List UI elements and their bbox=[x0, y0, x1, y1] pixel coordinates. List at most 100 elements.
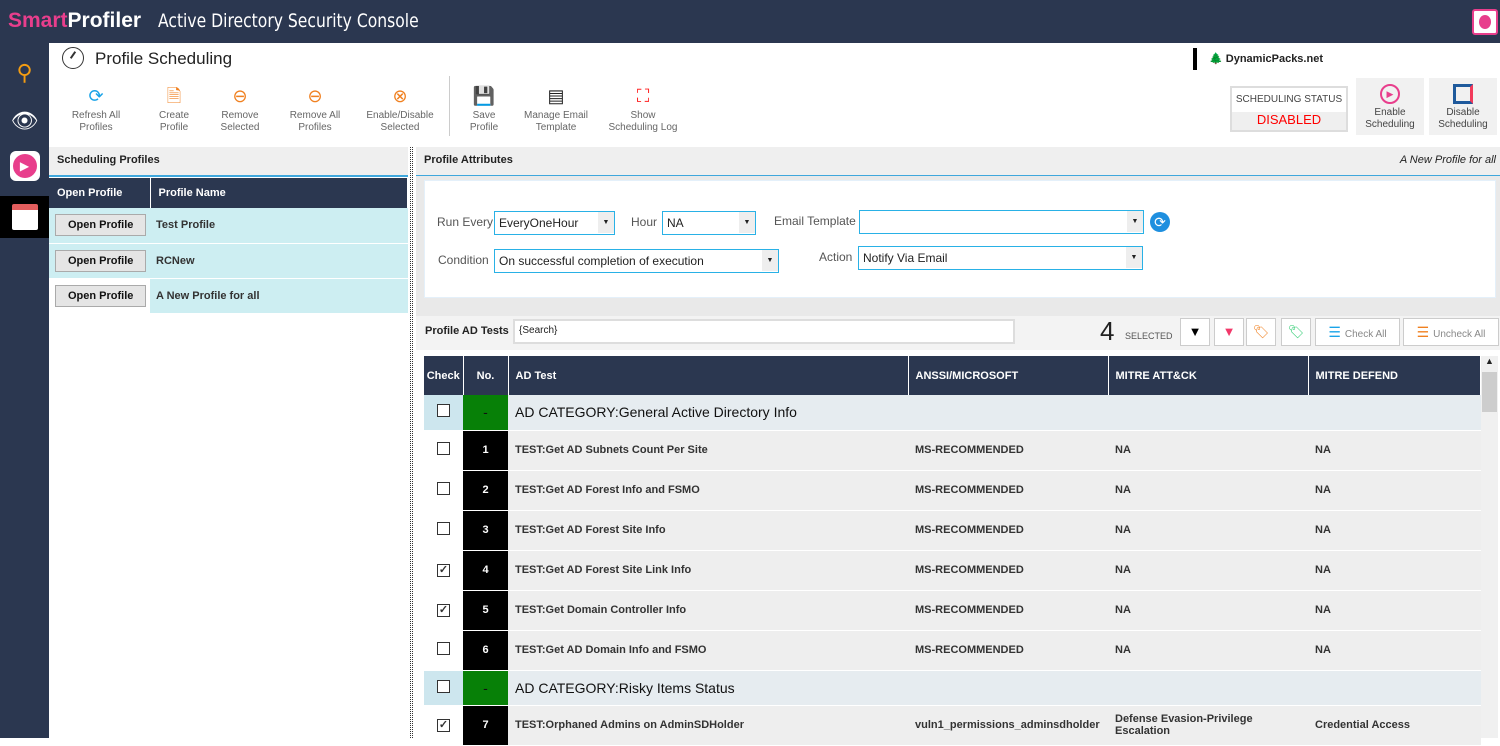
profile-name[interactable]: A New Profile for all bbox=[150, 278, 408, 314]
button-label: Remove All bbox=[289, 110, 341, 121]
email-template-label: Email Template bbox=[774, 214, 856, 228]
column-header[interactable]: Check bbox=[424, 356, 464, 395]
current-profile-name: A New Profile for all bbox=[1399, 154, 1496, 166]
tag-check-icon[interactable]: 🏷 bbox=[1281, 318, 1311, 346]
sidebar-network-icon[interactable]: ⚲ bbox=[0, 53, 49, 93]
mitre-attack-value bbox=[1108, 670, 1308, 706]
email-template-select[interactable]: ▼ bbox=[859, 210, 1144, 234]
tests-table: Check No. AD Test ANSSI/MICROSOFT MITRE ATT&… bbox=[424, 356, 1481, 746]
open-profile-button[interactable]: Open Profile bbox=[55, 284, 147, 307]
test-row: 2 TEST:Get AD Forest Info and FSMO MS-RE… bbox=[424, 470, 1481, 511]
condition-select[interactable]: On successful completion of execution ▼ bbox=[494, 249, 779, 273]
row-number: 4 bbox=[463, 550, 508, 591]
trees-icon: 🌲 bbox=[1209, 53, 1226, 65]
vendor-link[interactable]: 🌲 DynamicPacks.net bbox=[1193, 48, 1323, 70]
log-frame-button[interactable]: ⛶ Show Scheduling Log bbox=[603, 86, 683, 134]
mitre-attack-value bbox=[1108, 395, 1308, 431]
remove-user-button[interactable]: ⊖ Remove Selected bbox=[200, 86, 280, 134]
user-avatar-icon[interactable] bbox=[1472, 9, 1498, 35]
disable-scheduling-button[interactable]: Disable Scheduling bbox=[1429, 78, 1497, 135]
sidebar-scheduler-icon[interactable] bbox=[0, 196, 49, 238]
anssi-value: MS-RECOMMENDED bbox=[908, 590, 1108, 631]
row-checkbox[interactable] bbox=[437, 522, 450, 535]
filter-icon[interactable]: ▼ bbox=[1180, 318, 1210, 346]
ad-test-name: TEST:Get AD Domain Info and FSMO bbox=[508, 630, 908, 671]
row-number: 7 bbox=[463, 705, 508, 746]
hour-select[interactable]: NA ▼ bbox=[662, 211, 756, 235]
action-label: Action bbox=[819, 250, 853, 264]
mitre-attack-value: NA bbox=[1108, 430, 1308, 471]
profile-name[interactable]: Test Profile bbox=[150, 208, 408, 244]
scrollbar-thumb[interactable] bbox=[1482, 372, 1497, 412]
profile-ad-tests-label: Profile AD Tests bbox=[425, 325, 509, 337]
row-checkbox[interactable]: ✓ bbox=[437, 563, 450, 577]
check-cell: ✓ bbox=[424, 705, 463, 746]
search-input[interactable]: {Search} bbox=[513, 319, 1015, 344]
row-checkbox[interactable]: ✓ bbox=[437, 603, 450, 617]
sidebar-eye-icon[interactable]: 👁 bbox=[0, 101, 49, 141]
open-profile-button[interactable]: Open Profile bbox=[55, 249, 147, 272]
col-profile-name: Profile Name bbox=[150, 178, 408, 208]
run-every-value: EveryOneHour bbox=[499, 216, 579, 230]
toggle-user-button[interactable]: ⊗ Enable/Disable Selected bbox=[360, 86, 440, 134]
refresh-icon: ⟳ bbox=[88, 86, 104, 106]
button-label: Manage Email bbox=[524, 110, 588, 121]
open-profile-cell: Open Profile bbox=[49, 278, 150, 314]
uncheck-all-button[interactable]: ☰ Uncheck All bbox=[1403, 318, 1499, 346]
column-header[interactable]: MITRE DEFEND bbox=[1308, 356, 1481, 395]
action-value: Notify Via Email bbox=[863, 251, 948, 265]
column-header[interactable]: No. bbox=[463, 356, 509, 395]
save-button[interactable]: 💾 Save Profile bbox=[444, 86, 524, 134]
check-cell: ✓ bbox=[424, 590, 463, 631]
enable-scheduling-button[interactable]: ▶ Enable Scheduling bbox=[1356, 78, 1424, 135]
check-cell bbox=[424, 630, 463, 671]
column-header[interactable]: AD Test bbox=[508, 356, 909, 395]
hour-label: Hour bbox=[631, 215, 658, 229]
run-every-select[interactable]: EveryOneHour ▼ bbox=[494, 211, 615, 235]
toggle-user-icon: ⊗ bbox=[392, 86, 408, 106]
profile-row: Open Profile RCNew bbox=[49, 243, 408, 279]
hour-value: NA bbox=[667, 216, 684, 230]
check-all-button[interactable]: ☰ Check All bbox=[1315, 318, 1400, 346]
status-value: DISABLED bbox=[1232, 112, 1346, 130]
open-profile-button[interactable]: Open Profile bbox=[55, 214, 147, 237]
mitre-defend-value: NA bbox=[1308, 470, 1481, 511]
clear-filter-icon[interactable]: ▼ bbox=[1214, 318, 1244, 346]
test-row: ✓ 4 TEST:Get AD Forest Site Link Info MS… bbox=[424, 550, 1481, 591]
enable-label-2: Scheduling bbox=[1365, 119, 1415, 130]
tag-add-icon[interactable]: 🏷 bbox=[1246, 318, 1276, 346]
template-button[interactable]: ▤ Manage Email Template bbox=[516, 86, 596, 134]
brand-smart: Smart bbox=[8, 9, 68, 32]
row-number: 5 bbox=[463, 590, 508, 631]
remove-all-users-button[interactable]: ⊖ Remove All Profiles bbox=[275, 86, 355, 134]
button-label: Selected bbox=[220, 122, 260, 133]
column-header[interactable]: MITRE ATT&CK bbox=[1108, 356, 1309, 395]
button-label: Selected bbox=[380, 122, 420, 133]
tests-table-container: Check No. AD Test ANSSI/MICROSOFT MITRE ATT&… bbox=[424, 356, 1481, 746]
mitre-defend-value: NA bbox=[1308, 550, 1481, 591]
mitre-attack-value: NA bbox=[1108, 470, 1308, 511]
button-label: Profiles bbox=[79, 122, 113, 133]
mitre-defend-value: NA bbox=[1308, 430, 1481, 471]
scroll-up-icon[interactable]: ▲ bbox=[1481, 356, 1498, 366]
row-checkbox[interactable] bbox=[437, 482, 450, 495]
action-select[interactable]: Notify Via Email ▼ bbox=[858, 246, 1143, 270]
row-checkbox[interactable] bbox=[437, 404, 450, 418]
test-row: 6 TEST:Get AD Domain Info and FSMO MS-RE… bbox=[424, 630, 1481, 671]
row-checkbox[interactable] bbox=[437, 679, 450, 693]
sidebar-play-icon[interactable]: ▶ bbox=[0, 146, 49, 186]
row-checkbox[interactable] bbox=[437, 642, 450, 655]
splitter[interactable] bbox=[410, 147, 413, 738]
column-header[interactable]: ANSSI/MICROSOFT bbox=[908, 356, 1109, 395]
vertical-scrollbar[interactable]: ▲ bbox=[1481, 356, 1498, 738]
enable-label-1: Enable bbox=[1374, 107, 1406, 118]
profile-name[interactable]: RCNew bbox=[150, 243, 408, 279]
refresh-button[interactable]: ⟳ Refresh All Profiles bbox=[56, 86, 136, 134]
dropdown-arrow-icon: ▼ bbox=[598, 212, 614, 233]
refresh-templates-icon[interactable]: ⟳ bbox=[1150, 212, 1170, 232]
profile-row: Open Profile Test Profile bbox=[49, 208, 408, 244]
ad-test-name: AD CATEGORY:General Active Directory Inf… bbox=[508, 395, 908, 431]
row-checkbox[interactable]: ✓ bbox=[437, 718, 450, 732]
row-checkbox[interactable] bbox=[437, 442, 450, 455]
ad-test-name: AD CATEGORY:Risky Items Status bbox=[508, 670, 908, 706]
